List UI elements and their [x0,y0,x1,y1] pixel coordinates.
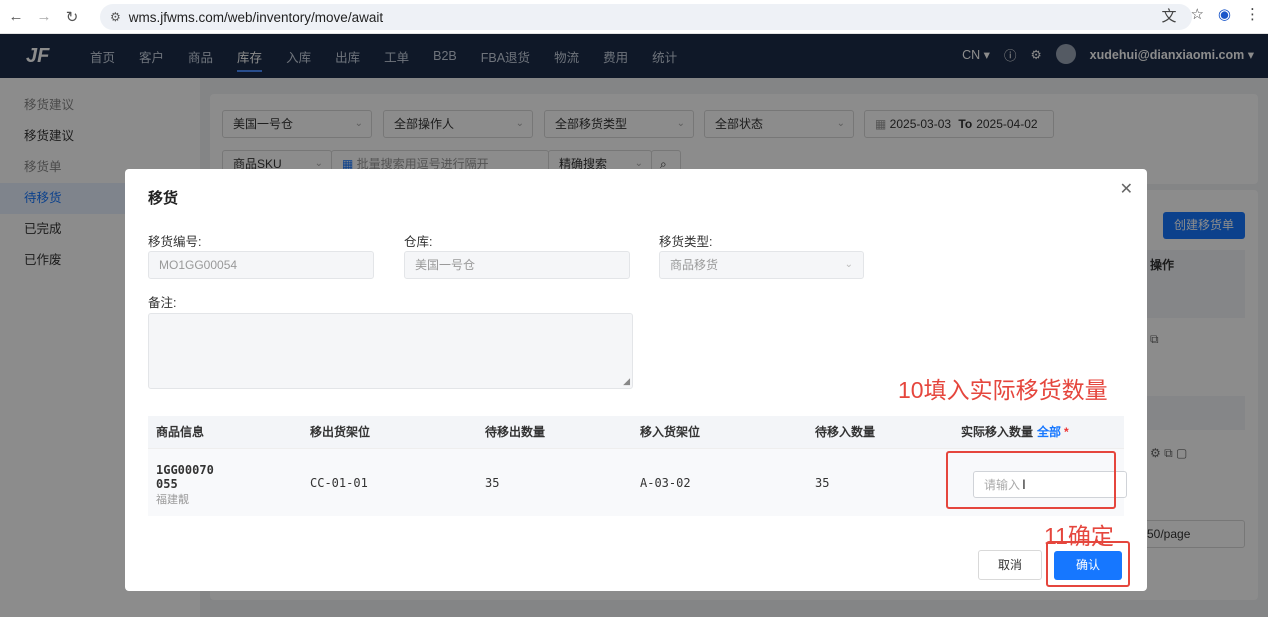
in-qty-cell: 35 [815,476,830,490]
move-no-field: MO1GG00054 [148,251,374,279]
required-mark: * [1064,425,1069,439]
out-qty-cell: 35 [485,476,500,490]
browser-menu-icon[interactable]: ⋮ [1245,5,1260,26]
annotation-step-10: 10填入实际移货数量 [898,377,1108,403]
url-text: wms.jfwms.com/web/inventory/move/await [128,9,384,25]
fill-all-link[interactable]: 全部 [1037,425,1061,439]
col-actual-qty: 实际移入数量 全部 * [961,416,1069,448]
move-type-select: 商品移货 ⌄ [659,251,864,279]
highlight-qty-input [946,451,1116,509]
col-actual-qty-label: 实际移入数量 [961,425,1034,439]
move-no-value: MO1GG00054 [159,258,238,272]
annotation-step-11: 11确定 [1044,523,1114,549]
reload-icon[interactable]: ↻ [60,5,84,29]
translate-icon[interactable]: 文 [1161,5,1176,26]
warehouse-field: 美国一号仓 [404,251,630,279]
chevron-down-icon: ⌄ [844,259,853,270]
col-in-qty: 待移入数量 [815,425,876,439]
to-shelf-cell: A-03-02 [640,476,691,490]
col-from-shelf: 移出货架位 [310,425,371,439]
remark-textarea[interactable]: ◢ [148,313,633,389]
address-bar[interactable]: ⚙ wms.jfwms.com/web/inventory/move/await [100,4,1192,30]
sku-line1: 1GG00070 [156,463,214,477]
warehouse-value: 美国一号仓 [415,258,476,272]
sku-line2: 055 [156,477,178,491]
remark-label: 备注: [148,296,177,310]
move-type-value: 商品移货 [670,258,719,272]
bookmark-star-icon[interactable]: ☆ [1190,5,1203,26]
col-to-shelf: 移入货架位 [640,425,701,439]
col-product-info: 商品信息 [156,425,205,439]
profile-icon[interactable]: ◉ [1218,5,1231,26]
move-type-label: 移货类型: [659,235,713,249]
sku-cell: 1GG00070 055 [156,463,214,491]
browser-toolbar: ← → ↻ ⚙ wms.jfwms.com/web/inventory/move… [0,0,1268,34]
col-out-qty: 待移出数量 [485,425,546,439]
dialog-title: 移货 [148,190,179,207]
sku-subtitle: 福建靓 [156,494,189,506]
forward-arrow-icon[interactable]: → [32,5,56,29]
table-header: 商品信息 移出货架位 待移出数量 移入货架位 待移入数量 实际移入数量 全部 * [148,416,1124,448]
back-arrow-icon[interactable]: ← [4,5,28,29]
close-icon[interactable]: ✕ [1120,179,1133,199]
cancel-button[interactable]: 取消 [978,550,1042,580]
move-no-label: 移货编号: [148,235,202,249]
resize-handle-icon[interactable]: ◢ [623,376,630,387]
warehouse-label: 仓库: [404,235,433,249]
site-info-icon[interactable]: ⚙ [110,10,121,24]
from-shelf-cell: CC-01-01 [310,476,368,490]
